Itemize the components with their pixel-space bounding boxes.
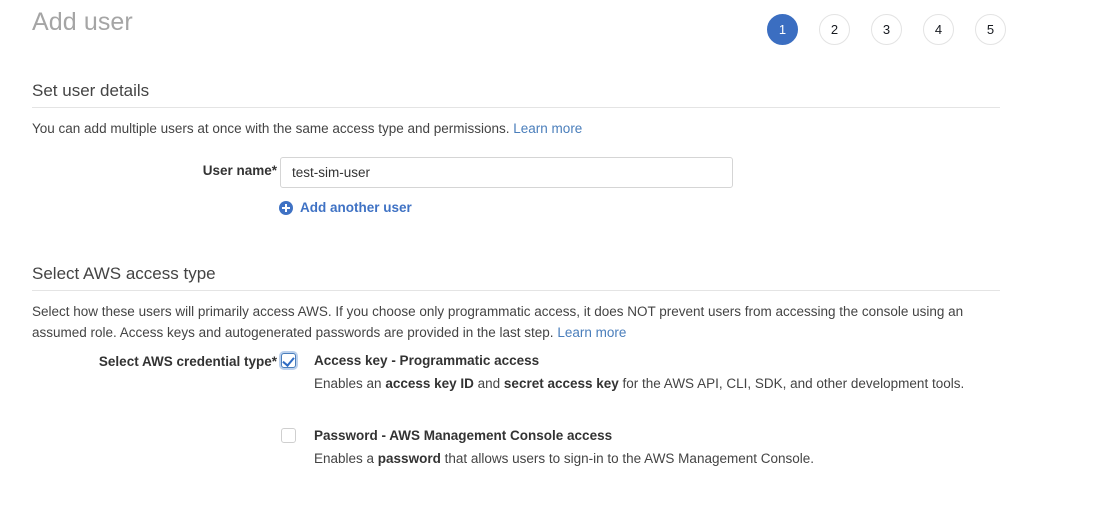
description-text: Enables a <box>314 451 378 466</box>
credential-option-title: Access key - Programmatic access <box>314 353 540 368</box>
access-type-description: Select how these users will primarily ac… <box>32 301 1004 343</box>
select-access-type-heading: Select AWS access type <box>32 264 216 283</box>
section-divider-user-details <box>32 107 1000 108</box>
learn-more-link-access-type[interactable]: Learn more <box>557 325 626 340</box>
add-another-user-button[interactable]: Add another user <box>279 200 412 215</box>
step-circle-label: 5 <box>986 22 995 37</box>
description-text: for the AWS API, CLI, SDK, and other dev… <box>618 376 965 391</box>
step-circle-label: 3 <box>882 22 891 37</box>
description-text: Enables an <box>314 376 386 391</box>
description-emphasis: secret access key <box>503 376 619 391</box>
credential-option-text: Password - AWS Management Console access… <box>314 427 814 469</box>
user-details-description: You can add multiple users at once with … <box>32 118 1002 139</box>
step-circle-2[interactable]: 2 <box>819 14 850 45</box>
credential-type-label: Select AWS credential type* <box>98 354 277 369</box>
credential-option-description: Enables a password that allows users to … <box>314 448 814 469</box>
checkbox-password[interactable] <box>281 428 296 443</box>
step-circle-3[interactable]: 3 <box>871 14 902 45</box>
plus-circle-icon <box>279 200 293 215</box>
credential-option-text: Access key - Programmatic access Enables … <box>314 352 964 394</box>
step-circle-label: 1 <box>778 22 787 37</box>
step-circle-5[interactable]: 5 <box>975 14 1006 45</box>
user-name-input[interactable] <box>280 157 733 188</box>
credential-option-password[interactable]: Password - AWS Management Console access… <box>281 427 814 469</box>
description-emphasis: password <box>377 451 441 466</box>
step-circle-label: 4 <box>934 22 943 37</box>
credential-option-access-key[interactable]: Access key - Programmatic access Enables … <box>281 352 964 394</box>
access-type-description-text: Select how these users will primarily ac… <box>32 304 964 340</box>
checkbox-access-key[interactable] <box>281 353 296 368</box>
page-header: Add user 1 2 3 4 5 <box>0 0 1100 62</box>
step-circle-4[interactable]: 4 <box>923 14 954 45</box>
set-user-details-heading: Set user details <box>32 81 150 100</box>
description-text: that allows users to sign-in to the AWS … <box>440 451 815 466</box>
section-divider-access-type <box>32 290 1000 291</box>
description-text: and <box>473 376 504 391</box>
add-another-user-label: Add another user <box>300 200 412 215</box>
credential-option-description: Enables an access key ID and secret acce… <box>314 373 964 394</box>
step-circle-1[interactable]: 1 <box>767 14 798 45</box>
page-title: Add user <box>32 8 133 36</box>
user-name-label: User name* <box>202 163 277 178</box>
step-circle-label: 2 <box>830 22 839 37</box>
description-emphasis: access key ID <box>385 376 474 391</box>
user-details-description-text: You can add multiple users at once with … <box>32 121 510 136</box>
credential-option-title: Password - AWS Management Console access <box>314 428 613 443</box>
learn-more-link-user-details[interactable]: Learn more <box>513 121 582 136</box>
step-indicator: 1 2 3 4 5 <box>767 14 1006 45</box>
